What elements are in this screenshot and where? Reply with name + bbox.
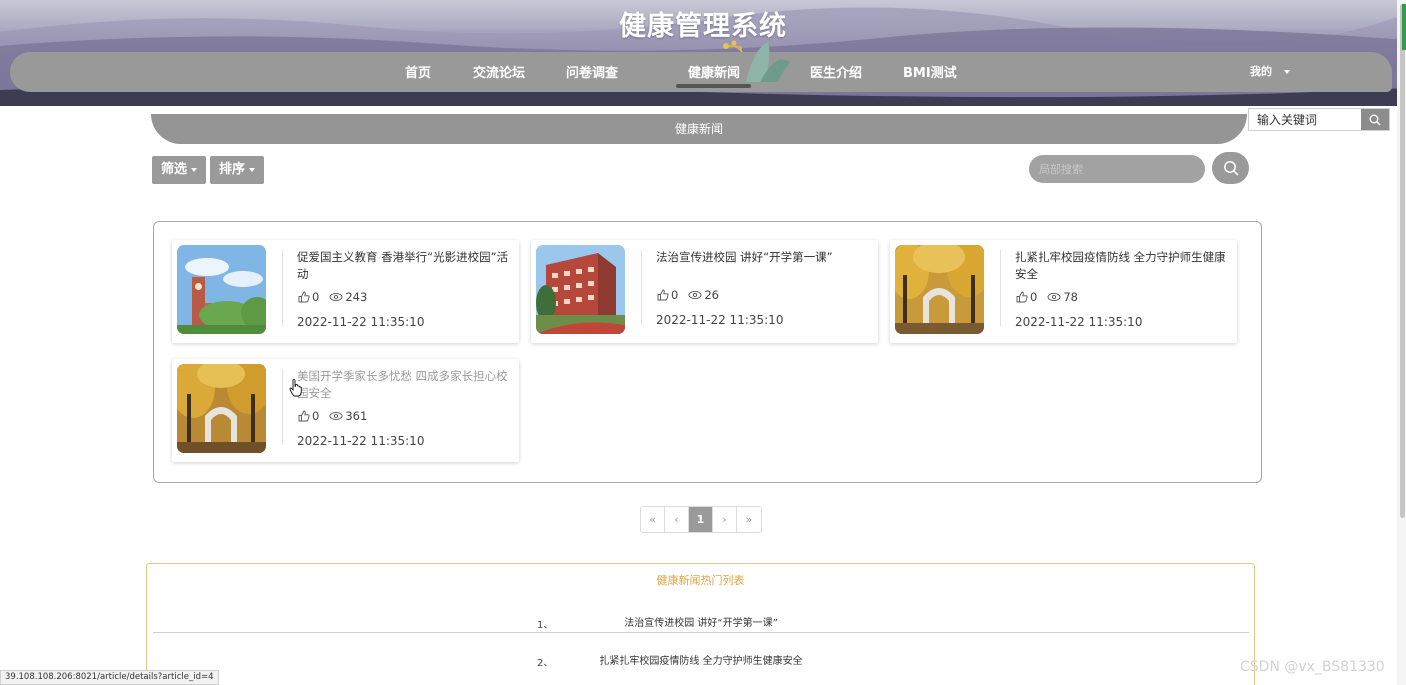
hot-list-item[interactable]: 2、 扎紧扎牢校园疫情防线 全力守护师生健康安全 <box>153 640 1249 676</box>
section-title: 健康新闻 <box>151 114 1247 144</box>
news-card[interactable]: 美国开学季家长多忧愁 四成多家长担心校园安全 0 361 2022-11-22 … <box>172 359 519 462</box>
card-divider <box>282 369 283 445</box>
like-count: 0 <box>312 409 320 423</box>
clock-tower-image <box>177 245 266 334</box>
chevron-down-icon <box>191 167 198 172</box>
thumbs-up-icon <box>1016 291 1028 303</box>
pagination: « ‹ 1 › » <box>640 506 762 533</box>
nav-doctors[interactable]: 医生介绍 <box>810 62 862 81</box>
news-thumbnail <box>177 245 266 334</box>
nav-home[interactable]: 首页 <box>405 62 431 81</box>
hot-item-title[interactable]: 法治宣传进校园 讲好“开学第一课” <box>153 614 1249 629</box>
sort-dropdown[interactable]: 排序 <box>210 156 265 184</box>
chevron-down-icon <box>1283 70 1290 74</box>
scrollbar-thumb[interactable] <box>1400 4 1405 518</box>
like-count: 0 <box>312 290 320 304</box>
last-page-button[interactable]: » <box>737 507 761 532</box>
thumbs-up-icon <box>298 291 310 303</box>
view-count: 243 <box>345 290 368 304</box>
news-stats: 0 78 <box>1016 290 1078 304</box>
nav-forum[interactable]: 交流论坛 <box>473 62 525 81</box>
global-search-input[interactable] <box>1249 109 1361 130</box>
view-count: 361 <box>345 409 368 423</box>
browser-status-bar: 39.108.108.206:8021/article/details?arti… <box>0 670 219 685</box>
news-stats: 0 26 <box>657 288 719 302</box>
news-date: 2022-11-22 11:35:10 <box>297 315 425 329</box>
global-search <box>1248 108 1390 131</box>
nav-health-news[interactable]: 健康新闻 <box>688 62 740 81</box>
eye-icon <box>1047 292 1061 302</box>
hand-cursor-icon <box>289 379 302 397</box>
divider <box>153 632 1249 633</box>
card-divider <box>1000 250 1001 326</box>
prev-page-button[interactable]: ‹ <box>665 507 689 532</box>
news-stats: 0 243 <box>298 290 367 304</box>
nav-survey[interactable]: 问卷调查 <box>566 62 618 81</box>
news-title[interactable]: 扎紧扎牢校园疫情防线 全力守护师生健康安全 <box>1015 249 1233 283</box>
hot-news-list: 健康新闻热门列表 1、 法治宣传进校园 讲好“开学第一课” 2、 扎紧扎牢校园疫… <box>146 563 1255 685</box>
filter-label: 筛选 <box>161 162 188 177</box>
site-title: 健康管理系统 <box>619 11 787 42</box>
card-divider <box>641 250 642 326</box>
brick-building-image <box>536 245 625 334</box>
scroll-indicator <box>1402 4 1406 50</box>
news-title[interactable]: 美国开学季家长多忧愁 四成多家长担心校园安全 <box>297 368 515 402</box>
hot-list-title: 健康新闻热门列表 <box>656 574 745 587</box>
news-card[interactable]: 促爱国主义教育 香港举行“光影进校园”活动 0 243 2022-11-22 1… <box>172 240 519 343</box>
view-count: 26 <box>704 288 719 302</box>
thumbs-up-icon <box>657 289 669 301</box>
news-title[interactable]: 促爱国主义教育 香港举行“光影进校园”活动 <box>297 249 515 283</box>
hot-item-title[interactable]: 扎紧扎牢校园疫情防线 全力守护师生健康安全 <box>153 652 1249 667</box>
site-header: 健康管理系统 首页 交流论坛 问卷调查 健康新闻 医生介绍 BMI测试 我的 <box>0 0 1406 106</box>
next-page-button[interactable]: › <box>713 507 737 532</box>
news-list: 促爱国主义教育 香港举行“光影进校园”活动 0 243 2022-11-22 1… <box>153 221 1262 483</box>
search-icon <box>1223 161 1239 176</box>
autumn-gate-image <box>177 364 266 453</box>
news-date: 2022-11-22 11:35:10 <box>656 313 784 327</box>
news-date: 2022-11-22 11:35:10 <box>1015 315 1143 329</box>
user-menu-label: 我的 <box>1250 65 1272 78</box>
eye-icon <box>329 292 343 302</box>
news-card[interactable]: 扎紧扎牢校园疫情防线 全力守护师生健康安全 0 78 2022-11-22 11… <box>890 240 1237 343</box>
eye-icon <box>688 290 702 300</box>
news-thumbnail <box>177 364 266 453</box>
nav-bmi-test[interactable]: BMI测试 <box>903 62 957 81</box>
eye-icon <box>329 411 343 421</box>
page: 健康管理系统 首页 交流论坛 问卷调查 健康新闻 医生介绍 BMI测试 我的 输… <box>0 0 1406 685</box>
news-title[interactable]: 法治宣传进校园 讲好“开学第一课” <box>656 249 874 266</box>
thumbs-up-icon <box>298 410 310 422</box>
like-count: 0 <box>1030 290 1038 304</box>
news-card[interactable]: 法治宣传进校园 讲好“开学第一课” 0 26 2022-11-22 11:35:… <box>531 240 878 343</box>
filter-dropdown[interactable]: 筛选 <box>152 156 207 184</box>
first-page-button[interactable]: « <box>641 507 665 532</box>
active-nav-indicator <box>676 84 751 88</box>
card-divider <box>282 250 283 326</box>
news-date: 2022-11-22 11:35:10 <box>297 434 425 448</box>
page-number-current[interactable]: 1 <box>689 507 713 532</box>
global-search-button[interactable] <box>1361 109 1389 130</box>
autumn-gate-image <box>895 245 984 334</box>
local-search-input[interactable] <box>1029 155 1205 183</box>
news-thumbnail <box>536 245 625 334</box>
search-icon <box>1369 114 1381 125</box>
news-thumbnail <box>895 245 984 334</box>
like-count: 0 <box>671 288 679 302</box>
news-stats: 0 361 <box>298 409 367 423</box>
chevron-down-icon <box>249 167 256 172</box>
user-menu[interactable]: 我的 <box>1250 63 1290 79</box>
local-search-button[interactable] <box>1212 152 1249 184</box>
sort-label: 排序 <box>219 162 246 177</box>
view-count: 78 <box>1063 290 1078 304</box>
watermark: CSDN @vx_BS81330 <box>1240 659 1385 675</box>
